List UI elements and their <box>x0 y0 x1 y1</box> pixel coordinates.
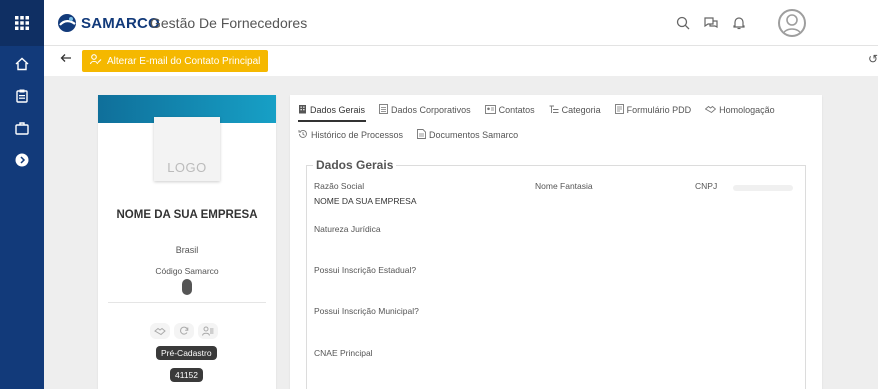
tab-historico-processos[interactable]: Histórico de Processos <box>298 128 403 142</box>
clipboard-icon[interactable] <box>10 84 34 108</box>
card-divider <box>108 302 266 303</box>
inscricao-estadual-label: Possui Inscrição Estadual? <box>314 265 417 275</box>
natureza-juridica-label: Natureza Jurídica <box>314 224 381 234</box>
user-edit-icon <box>89 54 102 68</box>
tab-label: Dados Corporativos <box>391 105 471 115</box>
contact-card-icon <box>484 104 496 116</box>
samarco-code-label: Código Samarco <box>155 266 219 276</box>
cnpj-label: CNPJ <box>695 181 718 191</box>
history-icon[interactable]: ↺ <box>868 52 878 66</box>
tab-categoria[interactable]: Categoria <box>549 103 601 117</box>
status-icons-row <box>150 323 218 339</box>
bell-icon[interactable] <box>728 12 750 34</box>
razao-social-value: NOME DA SUA EMPRESA <box>314 196 417 206</box>
status-badge: Pré-Cadastro <box>156 346 217 360</box>
brand-name: SAMARCO <box>81 14 160 32</box>
tab-homologacao[interactable]: Homologação <box>704 103 775 117</box>
tab-label: Contatos <box>498 105 535 115</box>
list-icon <box>379 104 388 116</box>
tab-label: Categoria <box>561 105 601 115</box>
razao-social-label: Razão Social <box>314 181 365 191</box>
tab-dados-corporativos[interactable]: Dados Corporativos <box>379 103 471 117</box>
history-icon <box>298 129 308 141</box>
samarco-logo-mark-icon <box>56 12 78 34</box>
refresh-icon[interactable] <box>174 323 194 339</box>
left-nav-rail <box>0 0 44 389</box>
category-icon <box>549 105 559 116</box>
action-toolbar: Alterar E-mail do Contato Principal ↺ <box>44 46 878 76</box>
cnae-principal-label: CNAE Principal <box>314 348 373 358</box>
supplier-profile-card: LOGO NOME DA SUA EMPRESA Brasil Código S… <box>98 95 276 389</box>
tab-row-secondary: Histórico de Processos Documentos Samarc… <box>298 128 518 142</box>
top-header: SAMARCO Gestão De Fornecedores <box>44 0 878 46</box>
tab-row-primary: Dados Gerais Dados Corporativos Contatos… <box>298 103 775 117</box>
grid-icon[interactable] <box>10 11 34 35</box>
building-icon <box>298 104 307 116</box>
company-name: NOME DA SUA EMPRESA <box>116 209 258 221</box>
section-title: Dados Gerais <box>313 158 397 172</box>
handshake-icon[interactable] <box>150 323 170 339</box>
tab-formulario-pdd[interactable]: Formulário PDD <box>614 103 692 117</box>
tab-documentos-samarco[interactable]: Documentos Samarco <box>417 128 518 142</box>
back-arrow-icon[interactable] <box>60 52 76 68</box>
app-window: SAMARCO Gestão De Fornecedores Alterar E… <box>0 0 878 389</box>
tab-label: Dados Gerais <box>310 105 366 115</box>
company-logo-placeholder[interactable]: LOGO <box>154 117 220 181</box>
samarco-code-value <box>182 279 192 295</box>
chat-icon[interactable] <box>700 12 722 34</box>
company-country: Brasil <box>175 245 199 255</box>
nome-fantasia-label: Nome Fantasia <box>535 181 593 191</box>
briefcase-icon[interactable] <box>10 116 34 140</box>
app-title: Gestão De Fornecedores <box>150 15 308 31</box>
active-tab-indicator <box>298 120 366 122</box>
supplier-id-badge: 41152 <box>170 368 204 382</box>
search-icon[interactable] <box>672 12 694 34</box>
form-icon <box>614 104 624 116</box>
tab-label: Documentos Samarco <box>429 130 519 140</box>
details-panel: Dados Gerais Dados Corporativos Contatos… <box>290 95 822 389</box>
handshake-icon <box>704 105 717 116</box>
home-icon[interactable] <box>10 52 34 76</box>
info-icon[interactable] <box>10 148 34 172</box>
tab-label: Formulário PDD <box>626 105 692 115</box>
samarco-logo[interactable]: SAMARCO <box>56 12 160 34</box>
inscricao-municipal-label: Possui Inscrição Municipal? <box>314 306 419 316</box>
cnpj-value-blurred <box>733 185 793 191</box>
user-list-icon[interactable] <box>198 323 218 339</box>
change-contact-email-label: Alterar E-mail do Contato Principal <box>107 55 261 67</box>
document-icon <box>417 129 426 141</box>
tab-label: Homologação <box>719 105 775 115</box>
tab-contatos[interactable]: Contatos <box>484 103 535 117</box>
change-contact-email-button[interactable]: Alterar E-mail do Contato Principal <box>82 50 269 72</box>
user-avatar-icon[interactable] <box>778 9 806 37</box>
tab-label: Histórico de Processos <box>311 130 404 140</box>
tab-dados-gerais[interactable]: Dados Gerais <box>298 103 365 117</box>
dados-gerais-section: Dados Gerais Razão Social NOME DA SUA EM… <box>306 158 806 389</box>
